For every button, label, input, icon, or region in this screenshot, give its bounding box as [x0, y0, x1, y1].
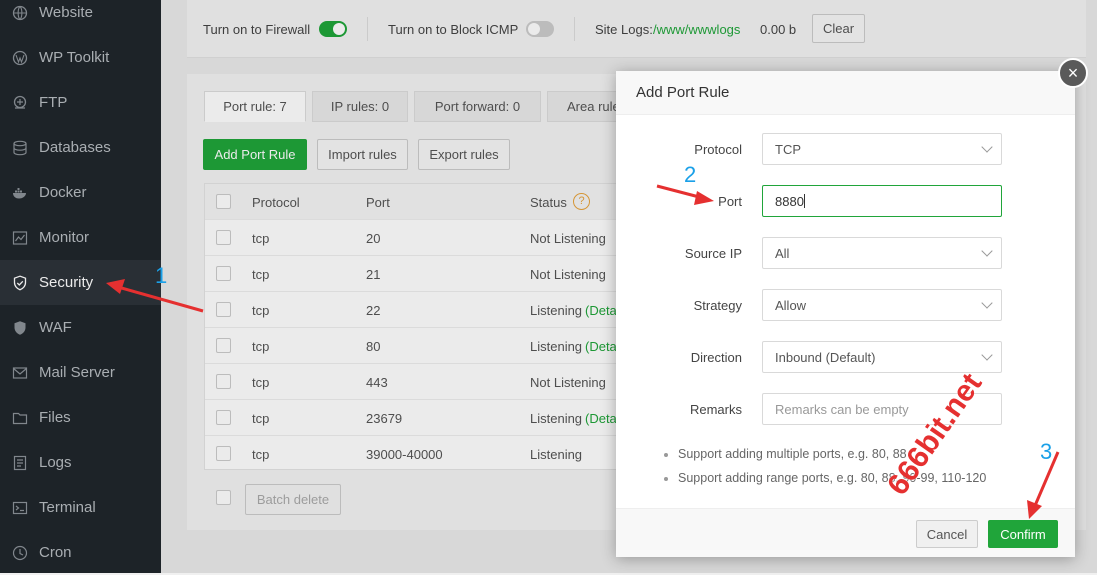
arrow-to-port [656, 184, 714, 205]
step-number-2: 2 [684, 162, 697, 187]
step-number-3: 3 [1040, 439, 1053, 464]
step-number-1: 1 [155, 263, 168, 288]
